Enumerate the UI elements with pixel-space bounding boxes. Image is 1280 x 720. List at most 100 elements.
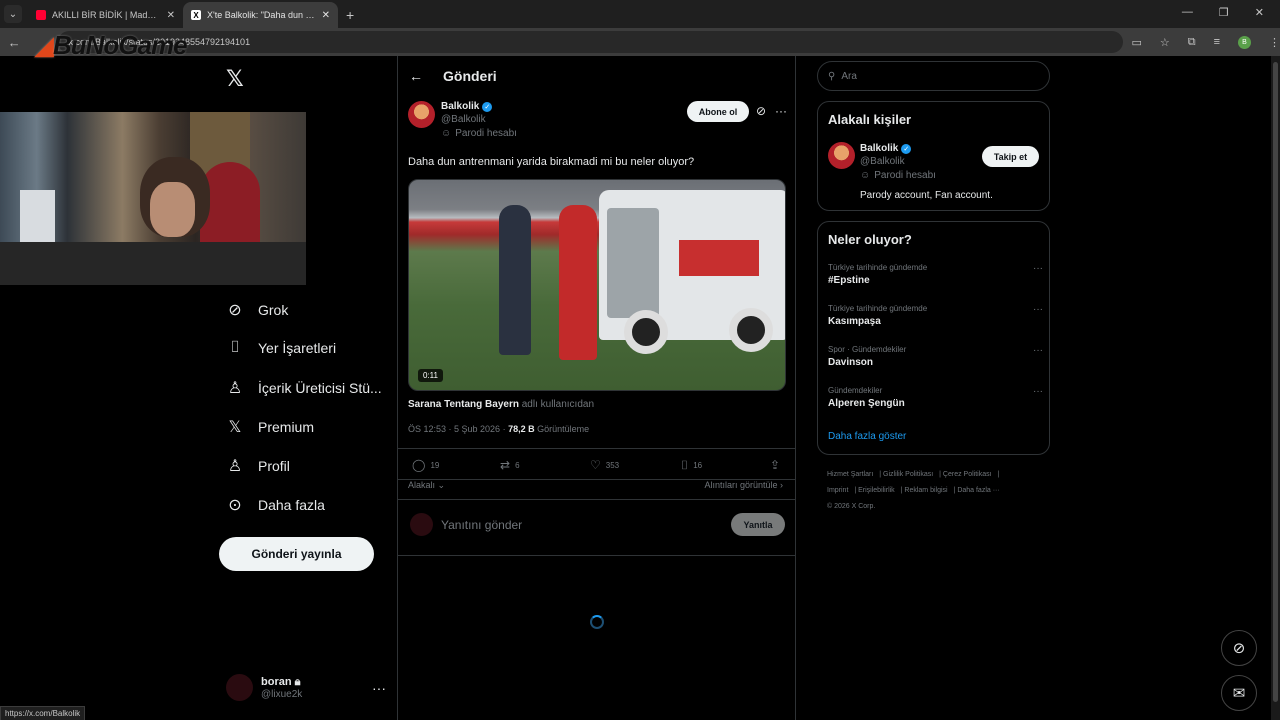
video-player[interactable]: 0:11: [408, 179, 786, 391]
nav-item-creator-studio[interactable]: ♙ İçerik Üreticisi Stü...: [226, 378, 382, 398]
mask-icon: ☺: [860, 170, 871, 181]
video-source[interactable]: Sarana Tentang Bayern adlı kullanıcıdan: [408, 399, 594, 410]
extensions-icon[interactable]: ⧉: [1188, 36, 1196, 49]
search-input[interactable]: ⚲ Ara: [817, 61, 1050, 91]
sort-label: Alakalı: [408, 480, 436, 490]
scrollbar[interactable]: [1271, 56, 1280, 720]
parody-label: Parodi hesabı: [455, 128, 517, 139]
footer-link[interactable]: Hizmet Şartları: [827, 471, 873, 478]
nav-item-profile[interactable]: ♙ Profil: [226, 456, 290, 476]
more-icon[interactable]: ···: [372, 680, 386, 696]
avatar: [226, 674, 253, 701]
reply-button[interactable]: ◯ 19: [412, 458, 439, 472]
media-icon[interactable]: ≡: [1214, 36, 1220, 48]
trend-item[interactable]: Türkiye tarihinde gündemde #Epstine ···: [828, 263, 1043, 286]
webcam-overlay: [0, 112, 306, 285]
post-author[interactable]: Balkolik ✓ @Balkolik ☺ Parodi hesabı: [408, 101, 517, 139]
page-title: Gönderi: [443, 68, 497, 84]
more-icon[interactable]: ···: [775, 104, 787, 118]
follow-button[interactable]: Takip et: [982, 146, 1039, 167]
cast-icon[interactable]: ▭: [1131, 36, 1141, 49]
source-name[interactable]: Sarana Tentang Bayern: [408, 399, 519, 410]
nav-item-grok[interactable]: ⊘ Grok: [226, 300, 288, 320]
post-button[interactable]: Gönderi yayınla: [219, 537, 374, 571]
profile-avatar-icon[interactable]: B: [1238, 35, 1251, 49]
tab-search-button[interactable]: ⌄: [4, 5, 22, 23]
messages-fab-button[interactable]: ✉: [1221, 675, 1257, 711]
browser-tab[interactable]: AKILLI BİR BİDİK | Madara Oldu ✕: [28, 2, 183, 28]
mail-icon: ✉: [1232, 685, 1246, 702]
new-tab-button[interactable]: +: [346, 7, 354, 23]
trend-item[interactable]: Gündemdekiler Alperen Şengün ···: [828, 386, 1043, 409]
footer-link[interactable]: Gizlilik Politikası: [883, 471, 933, 478]
more-icon[interactable]: ···: [1033, 304, 1043, 315]
browser-back-icon[interactable]: ←: [4, 35, 24, 50]
footer-link[interactable]: Imprint: [827, 487, 848, 494]
footer-link[interactable]: Çerez Politikası: [943, 471, 992, 478]
trend-title: Kasımpaşa: [828, 316, 881, 327]
chevron-right-icon: ›: [780, 480, 783, 490]
quotes-label: Alıntıları görüntüle: [704, 480, 778, 490]
card-title: Neler oluyor?: [828, 232, 912, 247]
minimize-icon[interactable]: —: [1182, 6, 1193, 19]
sort-relevance[interactable]: Alakalı ⌄: [408, 480, 445, 491]
timestamp[interactable]: ÖS 12:53 · 5 Şub 2026 ·: [408, 424, 508, 434]
footer-link[interactable]: Reklam bilgisi: [904, 487, 947, 494]
trend-item[interactable]: Türkiye tarihinde gündemde Kasımpaşa ···: [828, 304, 1043, 327]
avatar[interactable]: [408, 101, 435, 128]
video-figure: [559, 205, 597, 360]
star-icon[interactable]: ☆: [1160, 36, 1170, 49]
browser-menu-icon[interactable]: ⋮: [1269, 36, 1280, 49]
trend-title: Alperen Şengün: [828, 398, 905, 409]
author-name[interactable]: Balkolik: [441, 101, 479, 112]
status-url: https://x.com/Balkolik: [0, 706, 86, 720]
mask-icon: ☺: [441, 128, 452, 139]
back-arrow-icon[interactable]: ←: [409, 68, 423, 84]
footer-link[interactable]: Daha fazla ···: [957, 487, 999, 494]
avatar[interactable]: [828, 142, 855, 169]
watermark-logo: ◢BuNoGame: [34, 30, 188, 61]
view-quotes-link[interactable]: Alıntıları görüntüle ›: [704, 480, 783, 490]
nav-item-bookmarks[interactable]: ⌷ Yer İşaretleri: [226, 339, 336, 357]
close-window-icon[interactable]: ✕: [1255, 6, 1264, 19]
related-name[interactable]: Balkolik: [860, 143, 898, 154]
reply-input[interactable]: Yanıtını gönder: [441, 518, 522, 532]
bookmark-button[interactable]: ⌷ 16: [681, 458, 702, 473]
nav-item-more[interactable]: ⊙ Daha fazla: [226, 495, 325, 515]
url-field[interactable]: x.com/Balkolik/status/201934855479219410…: [58, 31, 1124, 53]
loading-spinner-icon: [590, 615, 604, 629]
toolbar-icons: ▭ ☆ ⧉ ≡ B ⋮: [1131, 35, 1280, 49]
share-icon: ⇪: [770, 458, 781, 472]
scrollbar-thumb[interactable]: [1273, 62, 1278, 702]
more-icon[interactable]: ···: [1033, 386, 1043, 397]
tab-close-icon[interactable]: ✕: [167, 10, 175, 21]
more-icon[interactable]: ···: [1033, 263, 1043, 274]
tab-close-icon[interactable]: ✕: [322, 10, 330, 21]
author-handle[interactable]: @Balkolik: [441, 114, 517, 125]
nav-label: Profil: [258, 458, 290, 474]
like-count: 353: [605, 460, 620, 470]
x-logo-icon[interactable]: 𝕏: [226, 66, 244, 92]
related-handle[interactable]: @Balkolik: [860, 156, 936, 167]
nav-item-premium[interactable]: 𝕏 Premium: [226, 417, 314, 437]
show-more-link[interactable]: Daha fazla göster: [828, 431, 906, 442]
more-icon[interactable]: ···: [1033, 345, 1043, 356]
grok-icon: ⊘: [228, 302, 242, 319]
grok-fab-button[interactable]: ⊘: [1221, 630, 1257, 666]
account-switcher[interactable]: boran 🔒︎ @lixue2k ···: [226, 674, 386, 701]
post-header: ← Gönderi: [398, 56, 796, 96]
trend-item[interactable]: Spor · Gündemdekiler Davinson ···: [828, 345, 1043, 368]
grok-icon[interactable]: ⊘: [756, 104, 766, 118]
browser-tab-active[interactable]: X X'te Balkolik: "Daha dun antrenm ✕: [183, 2, 338, 28]
footer-link[interactable]: Erişilebilirlik: [858, 487, 895, 494]
tab-title: AKILLI BİR BİDİK | Madara Oldu: [52, 10, 161, 20]
repost-button[interactable]: ⇄ 6: [500, 458, 520, 472]
chevron-down-icon: ⌄: [437, 480, 446, 490]
like-button[interactable]: ♡ 353: [590, 458, 619, 472]
restore-icon[interactable]: ❐: [1219, 6, 1229, 19]
post-actions: ◯ 19 ⇄ 6 ♡ 353 ⌷ 16 ⇪: [398, 448, 796, 480]
subscribe-button[interactable]: Abone ol: [687, 101, 749, 122]
reply-submit-button[interactable]: Yanıtla: [731, 513, 785, 536]
repost-count: 6: [515, 460, 520, 470]
share-button[interactable]: ⇪: [770, 458, 780, 472]
